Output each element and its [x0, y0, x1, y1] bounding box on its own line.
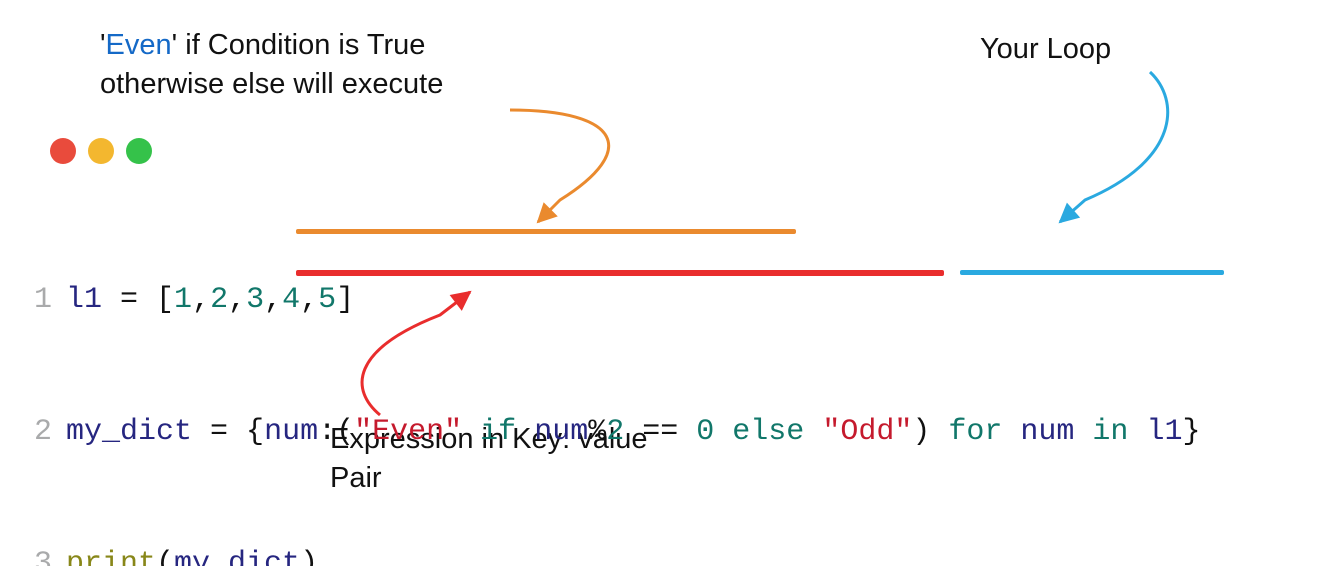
arrow-to-condition-icon	[0, 0, 1320, 566]
